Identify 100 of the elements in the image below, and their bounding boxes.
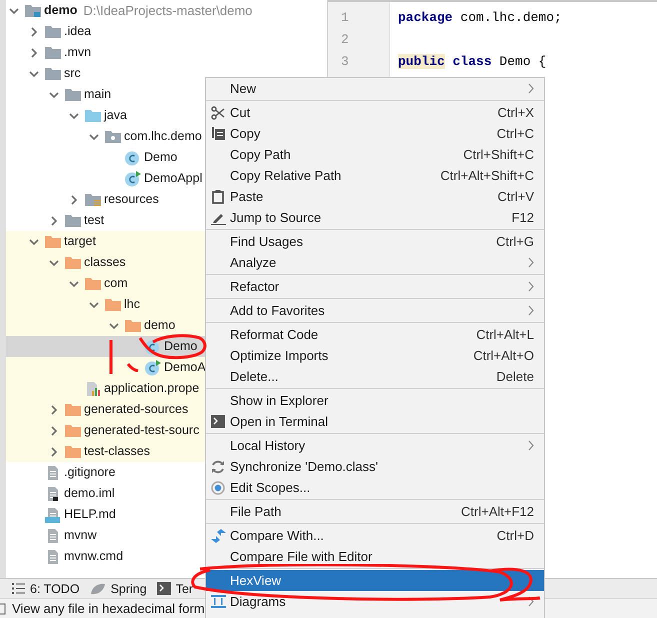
- chevron-right-icon[interactable]: [49, 426, 59, 436]
- list-icon: [12, 583, 25, 594]
- folder-icon: [124, 318, 142, 333]
- menu-item[interactable]: Edit Scopes...: [206, 477, 544, 498]
- menu-item[interactable]: Diagrams: [206, 591, 544, 612]
- class-icon: [124, 170, 142, 186]
- folder-icon: [64, 255, 82, 270]
- chevron-right-icon[interactable]: [29, 48, 39, 58]
- folder-icon: [64, 402, 82, 417]
- shortcut-label: Ctrl+Alt+Shift+C: [440, 168, 534, 183]
- chevron-right-icon[interactable]: [69, 194, 79, 204]
- menu-item[interactable]: Cut Ctrl+X: [206, 102, 544, 123]
- compare-arrows-icon: [210, 528, 226, 542]
- folder-icon: [44, 24, 62, 39]
- tree-item-label: main: [84, 86, 112, 103]
- tree-item-label: demo: [144, 317, 176, 334]
- shortcut-label: Ctrl+Alt+L: [476, 327, 534, 342]
- shortcut-label: F12: [512, 210, 534, 225]
- chevron-down-icon[interactable]: [29, 236, 39, 246]
- line-number: 3: [340, 53, 350, 71]
- shortcut-label: Ctrl+V: [498, 189, 534, 204]
- tree-item-label: .mvn: [64, 44, 92, 61]
- chevron-down-icon[interactable]: [89, 132, 99, 142]
- shortcut-label: Delete: [496, 369, 534, 384]
- folder-icon: [104, 297, 122, 312]
- copy-icon: [212, 127, 224, 140]
- tree-item-label: java: [104, 107, 127, 124]
- class-icon: [124, 150, 142, 166]
- tool-window-button[interactable]: Ter: [156, 582, 194, 596]
- menu-item[interactable]: Copy Path Ctrl+Shift+C: [206, 144, 544, 165]
- chevron-right-icon[interactable]: [29, 26, 39, 36]
- tree-item-label: generated-test-sourc: [84, 422, 200, 439]
- tree-item-label: .gitignore: [64, 464, 116, 481]
- line-number: 2: [340, 31, 350, 49]
- tree-item-label: Demo: [164, 338, 198, 355]
- chevron-right-icon[interactable]: [49, 404, 59, 414]
- folder-icon: [44, 45, 62, 60]
- tool-window-button[interactable]: 6: TODO: [12, 582, 80, 596]
- tree-item[interactable]: demo D:\IdeaProjects-master\demo: [6, 0, 327, 21]
- tree-item-label: classes: [84, 254, 126, 271]
- folder-icon: [64, 213, 82, 228]
- folder-icon: [64, 423, 82, 438]
- status-text: View any file in hexadecimal form: [12, 601, 205, 616]
- tree-item[interactable]: .idea: [6, 21, 327, 42]
- shortcut-label: Ctrl+Shift+C: [463, 147, 534, 162]
- properties-file-icon: [84, 380, 102, 396]
- menu-item[interactable]: Add to Favorites: [206, 300, 544, 321]
- chevron-right-icon[interactable]: [49, 446, 59, 456]
- tree-item-label: generated-sources: [84, 401, 188, 418]
- chevron-down-icon[interactable]: [109, 320, 119, 330]
- tree-item-label: test: [84, 212, 104, 229]
- chevron-down-icon[interactable]: [69, 278, 79, 288]
- tree-item-label: Demo: [144, 149, 178, 166]
- target-icon: [211, 480, 225, 494]
- annotation-stroke: [127, 363, 139, 372]
- menu-item[interactable]: Compare File with Editor: [206, 546, 544, 567]
- chevron-down-icon[interactable]: [89, 300, 99, 310]
- line-number: 1: [340, 9, 350, 27]
- tree-item-label: lhc: [124, 296, 140, 313]
- chevron-down-icon[interactable]: [49, 90, 59, 100]
- tree-item-label: com: [104, 275, 128, 292]
- class-icon: [144, 360, 162, 376]
- menu-item[interactable]: Jump to Source F12: [206, 207, 544, 228]
- annotation-stroke: [108, 339, 114, 375]
- shortcut-label: Ctrl+Alt+O: [473, 348, 534, 363]
- tree-item-label: com.lhc.demo: [124, 128, 202, 145]
- scissors-icon: [211, 106, 225, 120]
- folder-icon: [44, 234, 62, 249]
- status-icon: [0, 602, 6, 614]
- menu-item[interactable]: Copy Relative Path Ctrl+Alt+Shift+C: [206, 165, 544, 186]
- tree-item-label: HELP.md: [64, 506, 116, 523]
- chevron-down-icon[interactable]: [69, 110, 79, 120]
- shortcut-label: Ctrl+G: [496, 234, 534, 249]
- tree-item-label: test-classes: [84, 443, 150, 460]
- chevron-down-icon[interactable]: [29, 68, 39, 78]
- folder-icon: [104, 129, 122, 144]
- menu-item[interactable]: Compare With... Ctrl+D: [206, 525, 544, 546]
- tree-item-label: mvnw.cmd: [64, 548, 124, 565]
- tree-item-label: src: [64, 65, 81, 82]
- tree-item-label: demo: [44, 2, 78, 19]
- tree-item-label: DemoA: [164, 359, 206, 376]
- shortcut-label: Ctrl+Alt+F12: [461, 504, 534, 519]
- code-text: Demo {: [498, 54, 546, 69]
- code-keyword: public: [398, 54, 445, 69]
- menu-item[interactable]: Paste Ctrl+V: [206, 186, 544, 207]
- tree-item-label: mvnw: [64, 527, 97, 544]
- code-text: com.lhc.demo;: [459, 10, 562, 25]
- tool-window-button[interactable]: Spring: [90, 582, 147, 596]
- chevron-down-icon[interactable]: [49, 258, 59, 268]
- menu-item[interactable]: HexView: [206, 570, 544, 591]
- tree-item[interactable]: .mvn: [6, 42, 327, 63]
- menu-item[interactable]: File Path Ctrl+Alt+F12: [206, 501, 544, 522]
- chevron-right-icon[interactable]: [49, 216, 59, 226]
- chevron-down-icon[interactable]: [9, 6, 19, 16]
- menu-item[interactable]: Refactor: [206, 276, 544, 297]
- class-icon: [144, 338, 162, 354]
- menu-item[interactable]: Copy Ctrl+C: [206, 123, 544, 144]
- diagram-icon: [210, 595, 226, 608]
- folder-icon: [84, 192, 102, 207]
- leaf-icon: [90, 582, 106, 594]
